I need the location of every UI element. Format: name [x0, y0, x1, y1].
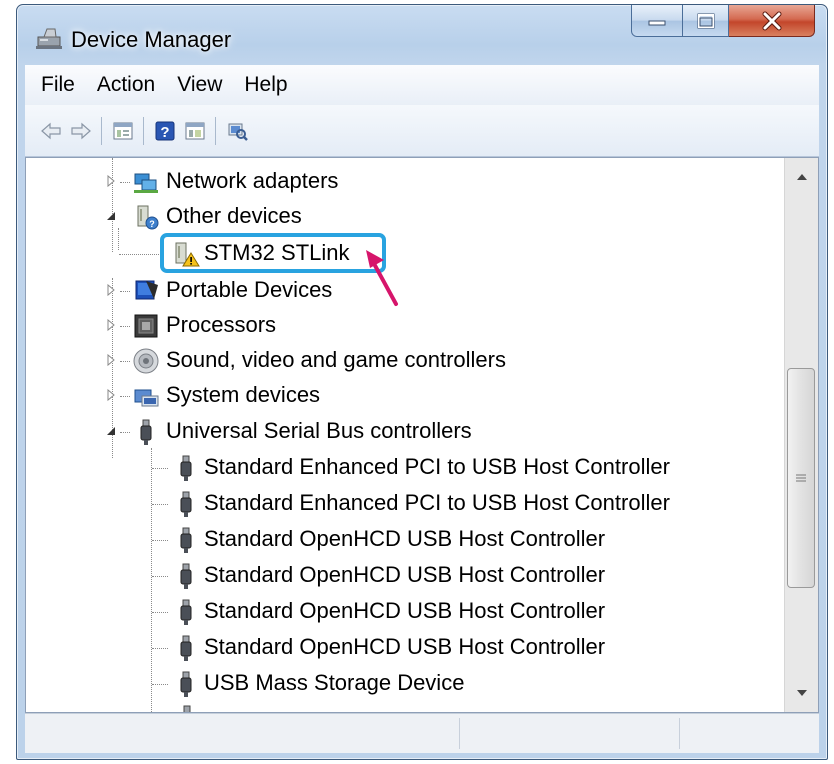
properties-icon[interactable]: [111, 119, 135, 143]
other-devices-icon: ?: [137, 205, 159, 230]
tree-node-usb-child[interactable]: Standard Enhanced PCI to USB Host Contro…: [26, 488, 766, 522]
close-button[interactable]: [729, 5, 815, 37]
status-divider: [459, 718, 460, 749]
menu-file[interactable]: File: [41, 73, 75, 97]
tree-label: Other devices: [166, 203, 302, 228]
tree-label: Standard OpenHCD USB Host Controller: [204, 598, 606, 623]
tree-label: Standard OpenHCD USB Host Controller: [204, 562, 606, 587]
tree-label: Portable Devices: [166, 277, 333, 302]
network-adapter-icon: [134, 173, 158, 193]
scroll-down-button[interactable]: [785, 676, 818, 710]
tree-label: Standard Enhanced PCI to USB Host Contro…: [204, 490, 670, 515]
speaker-icon: [133, 348, 159, 374]
tree-label: Network adapters: [166, 168, 339, 193]
tree-label: Standard Enhanced PCI to USB Host Contro…: [204, 454, 670, 479]
vertical-scrollbar[interactable]: [784, 158, 818, 712]
usb-icon: [180, 599, 192, 625]
scroll-up-button[interactable]: [785, 160, 818, 194]
window-title: Device Manager: [71, 27, 232, 52]
tree-node-usb-controllers[interactable]: Universal Serial Bus controllers: [26, 416, 766, 450]
tree-node-usb-child[interactable]: Standard OpenHCD USB Host Controller: [26, 596, 766, 630]
collapse-arrow-icon[interactable]: [104, 424, 118, 438]
usb-icon: [180, 563, 192, 589]
tree-node-usb-child[interactable]: USB Mass Storage Device: [26, 668, 766, 702]
usb-icon: [180, 491, 192, 517]
collapse-arrow-icon[interactable]: [104, 209, 118, 223]
tree-node-network-adapters[interactable]: Network adapters: [26, 166, 766, 200]
toolbar: ?: [25, 105, 819, 157]
status-bar: [25, 713, 819, 753]
expand-arrow-icon[interactable]: [104, 353, 118, 367]
tree-node-usb-child[interactable]: Standard OpenHCD USB Host Controller: [26, 524, 766, 558]
show-hide-console-tree-icon[interactable]: [183, 119, 207, 143]
close-icon: [762, 11, 781, 30]
portable-device-icon: [135, 280, 158, 300]
tree-node-usb-child[interactable]: Standard Enhanced PCI to USB Host Contro…: [26, 452, 766, 486]
chevron-down-icon: [796, 690, 807, 696]
tree-node-other-devices[interactable]: ? Other devices: [26, 201, 766, 235]
minimize-icon: [648, 20, 666, 25]
processor-icon: [134, 314, 158, 338]
grip-icon: [796, 474, 806, 482]
usb-icon: [140, 419, 152, 445]
tree-node-portable-devices[interactable]: Portable Devices: [26, 275, 766, 309]
maximize-button[interactable]: [683, 5, 729, 37]
expand-arrow-icon[interactable]: [104, 174, 118, 188]
usb-icon: [183, 705, 191, 712]
svg-text:?: ?: [160, 124, 169, 141]
usb-icon: [180, 455, 192, 481]
usb-icon: [180, 671, 192, 697]
tree-label: Standard OpenHCD USB Host Controller: [204, 526, 606, 551]
device-tree[interactable]: Network adapters ? Other devices STM32 S…: [25, 157, 819, 713]
usb-icon: [180, 635, 192, 661]
tree-label: Sound, video and game controllers: [166, 347, 506, 372]
maximize-icon: [697, 13, 714, 28]
device-manager-window: Device Manager File Action View Help ? N…: [16, 4, 828, 760]
expand-arrow-icon[interactable]: [104, 283, 118, 297]
usb-icon: [180, 527, 192, 553]
menu-action[interactable]: Action: [97, 73, 155, 97]
expand-arrow-icon[interactable]: [104, 318, 118, 332]
chevron-up-icon: [796, 174, 807, 180]
selection-highlight: [160, 233, 386, 273]
tree-label: Universal Serial Bus controllers: [166, 418, 472, 443]
svg-text:?: ?: [149, 219, 155, 229]
tree-node-system-devices[interactable]: System devices: [26, 380, 766, 414]
tree-label: System devices: [166, 382, 321, 407]
tree-node-processors[interactable]: Processors: [26, 310, 766, 344]
tree-label: USB Mass Storage Device: [204, 670, 465, 695]
tree-node-usb-child[interactable]: Standard OpenHCD USB Host Controller: [26, 560, 766, 594]
tree-node-sound-video-game[interactable]: Sound, video and game controllers: [26, 345, 766, 379]
back-arrow-icon[interactable]: [39, 119, 63, 143]
tree-label: Standard OpenHCD USB Host Controller: [204, 634, 606, 659]
help-icon[interactable]: ?: [153, 119, 177, 143]
forward-arrow-icon[interactable]: [69, 119, 93, 143]
tree-label: Processors: [166, 312, 277, 337]
tree-node-usb-child[interactable]: Standard OpenHCD USB Host Controller: [26, 632, 766, 666]
scroll-thumb[interactable]: [787, 368, 815, 588]
menu-bar: File Action View Help: [25, 65, 819, 105]
scan-hardware-icon[interactable]: [225, 119, 249, 143]
expand-arrow-icon[interactable]: [104, 388, 118, 402]
minimize-button[interactable]: [631, 5, 683, 37]
menu-help[interactable]: Help: [244, 73, 287, 97]
menu-view[interactable]: View: [177, 73, 222, 97]
title-bar[interactable]: Device Manager: [17, 5, 827, 65]
device-manager-app-icon: [36, 28, 62, 49]
system-devices-icon: [134, 389, 159, 407]
status-divider: [679, 718, 680, 749]
